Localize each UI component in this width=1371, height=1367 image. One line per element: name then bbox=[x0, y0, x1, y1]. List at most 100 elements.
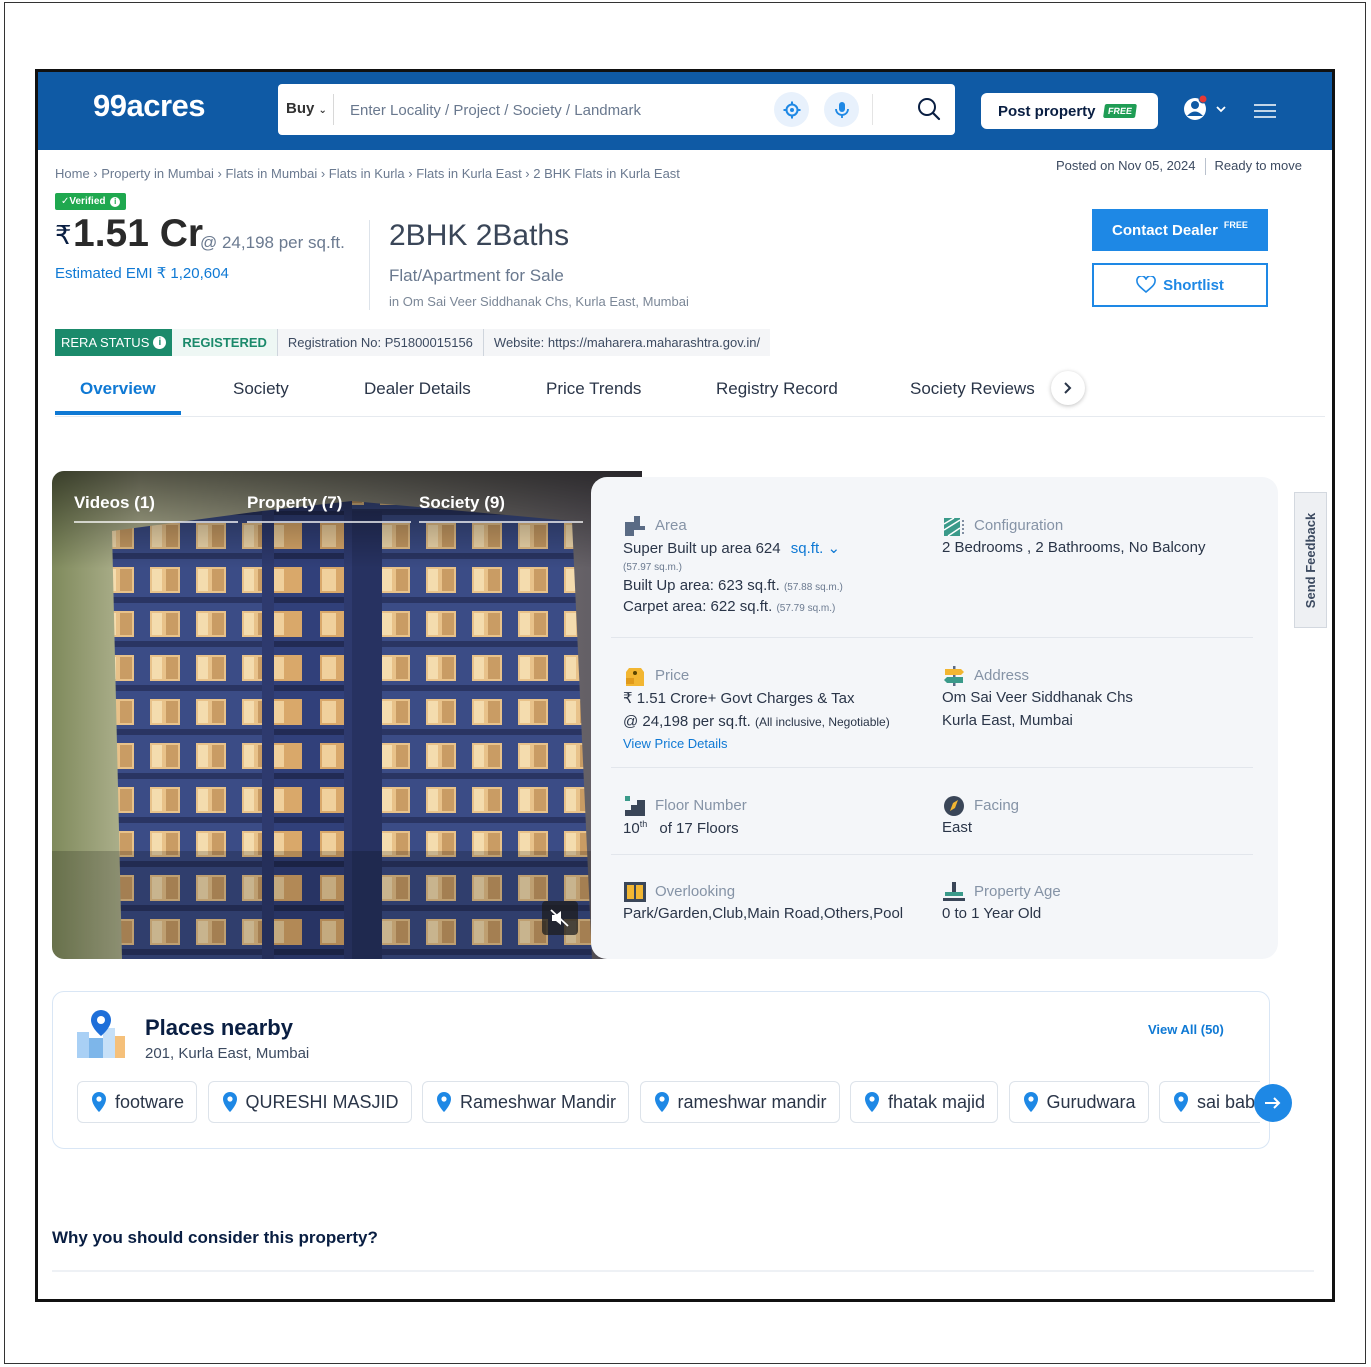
floor-icon bbox=[625, 796, 645, 816]
breadcrumb[interactable]: Home › Property in Mumbai › Flats in Mum… bbox=[55, 166, 680, 181]
floor-suffix: th bbox=[639, 819, 648, 829]
map-pin-icon bbox=[1174, 1092, 1189, 1112]
rera-status-badge[interactable]: RERA STATUS i bbox=[55, 329, 173, 356]
rera-strip: RERA STATUS i REGISTERED Registration No:… bbox=[55, 329, 771, 356]
configuration-label: Configuration bbox=[974, 517, 1064, 534]
media-tab-society[interactable]: Society (9) bbox=[419, 493, 505, 513]
send-feedback-tab[interactable]: Send Feedback bbox=[1294, 492, 1327, 628]
shortlist-label: Shortlist bbox=[1163, 276, 1224, 294]
address-line1: Om Sai Veer Siddhanak Chs bbox=[942, 689, 1133, 706]
map-pin-icon bbox=[222, 1092, 237, 1112]
place-chip[interactable]: Rameshwar Mandir bbox=[421, 1081, 630, 1123]
contact-dealer-button[interactable]: Contact Dealer FREE bbox=[1092, 209, 1268, 251]
browser-viewport: 99acres Buy ⌄ Post property FREE bbox=[35, 69, 1335, 1302]
property-details-panel: Area Super Built up area 624 sq.ft. ⌄ (5… bbox=[591, 477, 1278, 959]
media-tab-videos[interactable]: Videos (1) bbox=[74, 493, 155, 513]
site-logo[interactable]: 99acres bbox=[93, 88, 206, 124]
building-photo bbox=[52, 471, 642, 959]
media-gallery[interactable]: Videos (1) Property (7) Society (9) bbox=[52, 471, 642, 959]
divider bbox=[369, 220, 370, 310]
place-chip[interactable]: rameshwar mandir bbox=[639, 1081, 840, 1123]
post-property-label: Post property bbox=[998, 102, 1096, 120]
property-age-value: 0 to 1 Year Old bbox=[942, 905, 1042, 922]
tab-society[interactable]: Society bbox=[233, 379, 289, 399]
city-pin-icon bbox=[77, 1010, 125, 1058]
buy-dropdown[interactable]: Buy ⌄ bbox=[286, 100, 327, 117]
send-feedback-label: Send Feedback bbox=[1303, 512, 1318, 608]
divider bbox=[1204, 158, 1206, 176]
estimated-emi-link[interactable]: Estimated EMI ₹ 1,20,604 bbox=[55, 264, 229, 282]
voice-search-button[interactable] bbox=[824, 92, 859, 127]
places-nearby-title: Places nearby bbox=[145, 1015, 293, 1040]
place-name: Rameshwar Mandir bbox=[459, 1091, 617, 1112]
posted-date: Posted on Nov 05, 2024 bbox=[1056, 158, 1196, 173]
map-pin-icon bbox=[1023, 1092, 1038, 1112]
tab-society-reviews[interactable]: Society Reviews bbox=[910, 379, 1035, 399]
tab-registry-record[interactable]: Registry Record bbox=[716, 379, 838, 399]
place-name: sai baba bbox=[1197, 1091, 1260, 1112]
place-chip[interactable]: sai baba bbox=[1159, 1081, 1260, 1123]
divider bbox=[247, 521, 411, 523]
possession-status: Ready to move bbox=[1214, 158, 1302, 173]
price-per-sqft-detail: @ 24,198 per sq.ft. bbox=[623, 713, 751, 730]
place-name: footware bbox=[115, 1091, 185, 1112]
map-pin-icon bbox=[654, 1092, 669, 1112]
arrow-right-icon bbox=[1265, 1097, 1281, 1109]
menu-icon bbox=[1254, 104, 1276, 118]
built-up-area: Built Up area: 623 sq.ft. bbox=[623, 577, 780, 594]
buy-label: Buy bbox=[286, 100, 315, 117]
super-built-area-sqm: (57.97 sq.m.) bbox=[623, 562, 682, 573]
rera-website-link[interactable]: Website: https://maharera.maharashtra.go… bbox=[482, 329, 771, 356]
view-price-details-link[interactable]: View Price Details bbox=[623, 736, 943, 751]
place-chip[interactable]: fhatak majid bbox=[850, 1081, 999, 1123]
price-currency: ₹ bbox=[55, 220, 72, 250]
place-chip[interactable]: Gurudwara bbox=[1008, 1081, 1149, 1123]
rera-registered: REGISTERED bbox=[172, 329, 277, 356]
place-chip[interactable]: QURESHI MASJID bbox=[207, 1081, 412, 1123]
microphone-icon bbox=[834, 101, 849, 118]
place-name: Gurudwara bbox=[1046, 1091, 1136, 1112]
search-icon bbox=[918, 98, 941, 121]
mute-button[interactable] bbox=[542, 901, 578, 935]
tab-price-trends[interactable]: Price Trends bbox=[546, 379, 641, 399]
user-menu[interactable] bbox=[1182, 94, 1228, 129]
posted-info: Posted on Nov 05, 2024 Ready to move bbox=[1056, 158, 1302, 176]
listing-location: in Om Sai Veer Siddhanak Chs, Kurla East… bbox=[389, 294, 689, 309]
locate-me-button[interactable] bbox=[774, 92, 809, 127]
heart-icon bbox=[1136, 276, 1156, 294]
divider bbox=[611, 637, 1253, 638]
location-target-icon bbox=[783, 101, 800, 118]
floor-number: 10 bbox=[623, 820, 640, 837]
user-icon bbox=[1184, 94, 1226, 120]
verified-badge[interactable]: ✓Verified i bbox=[55, 193, 127, 210]
search-bar: Buy ⌄ bbox=[278, 84, 955, 135]
divider bbox=[333, 94, 334, 125]
hamburger-menu[interactable] bbox=[1254, 103, 1276, 124]
places-chip-list: footware QURESHI MASJID Rameshwar Mandir… bbox=[77, 1081, 1260, 1125]
facing-value: East bbox=[942, 819, 973, 836]
free-badge: FREE bbox=[1102, 104, 1137, 118]
price-amount: 1.51 Cr bbox=[73, 212, 204, 255]
area-label: Area bbox=[655, 517, 687, 534]
carpet-area: Carpet area: 622 sq.ft. bbox=[623, 598, 773, 615]
view-all-places-link[interactable]: View All (50) bbox=[1148, 1022, 1224, 1037]
place-chip[interactable]: footware bbox=[77, 1081, 198, 1123]
overlooking-value: Park/Garden,Club,Main Road,Others,Pool bbox=[623, 905, 904, 922]
post-property-button[interactable]: Post property FREE bbox=[981, 93, 1158, 129]
divider bbox=[52, 1270, 1314, 1272]
tab-overview[interactable]: Overview bbox=[80, 379, 156, 399]
search-button[interactable] bbox=[916, 96, 942, 122]
rera-status-label: RERA STATUS bbox=[61, 335, 150, 350]
tabs-next-button[interactable] bbox=[1051, 371, 1085, 405]
price-line: ₹ 1.51 Crore+ Govt Charges & Tax bbox=[623, 690, 855, 707]
divider bbox=[611, 767, 1253, 768]
places-next-button[interactable] bbox=[1254, 1084, 1292, 1122]
unit-dropdown[interactable]: sq.ft. ⌄ bbox=[791, 540, 840, 557]
divider bbox=[611, 854, 1253, 855]
media-tab-property[interactable]: Property (7) bbox=[247, 493, 342, 513]
shortlist-button[interactable]: Shortlist bbox=[1092, 263, 1268, 307]
chevron-right-icon bbox=[1064, 382, 1072, 394]
tab-dealer-details[interactable]: Dealer Details bbox=[364, 379, 471, 399]
search-input[interactable] bbox=[350, 96, 750, 124]
configuration-icon bbox=[943, 517, 964, 537]
